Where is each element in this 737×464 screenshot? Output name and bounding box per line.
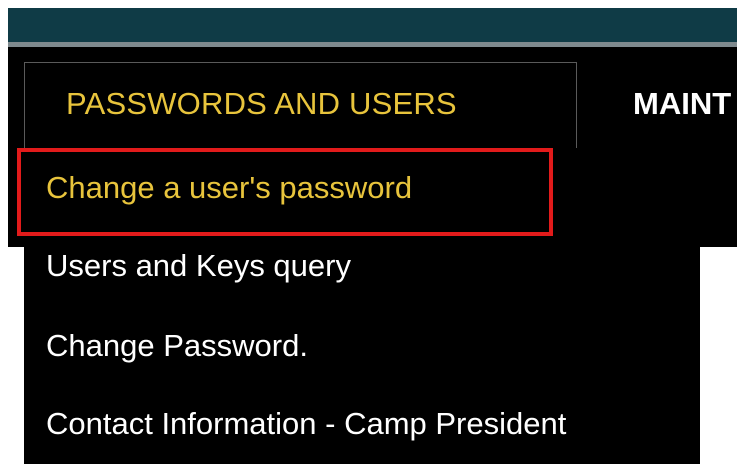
screenshot-frame: PASSWORDS AND USERS MAINT Change a user'… (0, 0, 737, 464)
menu-item-users-and-keys-query[interactable]: Users and Keys query (46, 248, 351, 284)
tab-maint[interactable]: MAINT (633, 86, 737, 122)
menu-item-change-password[interactable]: Change Password. (46, 328, 308, 364)
tab-passwords-and-users-label[interactable]: PASSWORDS AND USERS (66, 86, 457, 122)
selection-highlight-box (17, 148, 553, 236)
menu-item-contact-information[interactable]: Contact Information - Camp President (46, 406, 566, 442)
top-bar (8, 8, 737, 42)
